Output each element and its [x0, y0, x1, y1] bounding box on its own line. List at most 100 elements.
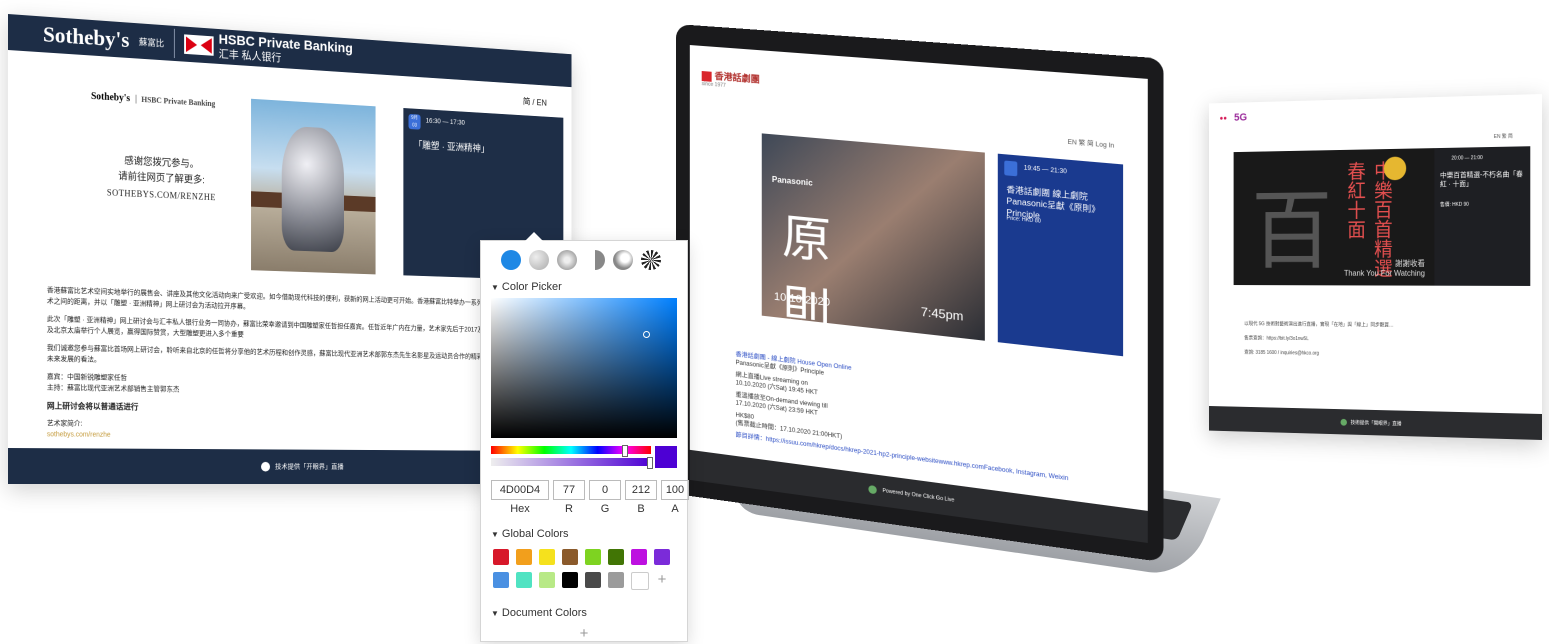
global-color-swatch[interactable] — [539, 572, 555, 588]
global-color-swatch[interactable] — [631, 549, 647, 565]
global-colors-header[interactable]: ▼ Global Colors — [481, 523, 687, 545]
add-document-color-icon[interactable]: + — [481, 624, 687, 644]
red-input[interactable]: 77 — [553, 480, 585, 500]
green-input[interactable]: 0 — [589, 480, 621, 500]
provider-icon — [1340, 418, 1347, 426]
blue-label: B — [637, 503, 645, 515]
hex-label: Hex — [510, 503, 530, 515]
global-color-swatch[interactable] — [539, 549, 555, 565]
hkrep-logo-icon — [701, 70, 712, 82]
poster-thanks: 謝謝收看 Thank You For Watching — [1343, 259, 1425, 278]
color-picker-panel: ▼ Color Picker 4D00D4 Hex 77 R 0G 212 B 100 A… — [480, 232, 689, 644]
global-color-swatch[interactable] — [493, 572, 509, 588]
hkco-event-page: ●● 5G EN 繁 简 百 中樂百首精選 春紅十面 謝謝收看 Thank Yo… — [1209, 94, 1542, 440]
provider-icon — [868, 485, 878, 495]
hkco-logo-icon: ●● — [1219, 114, 1227, 122]
event-price: 售價: HKD 90 — [1440, 201, 1469, 209]
event-title: 中樂百首精選-不朽名曲「春紅 · 十面」 — [1440, 171, 1523, 189]
paragraph-3: 我们诚邀您参与蘇富比首场网上研讨会，聆听来自北京的任哲将分享他的艺术历程和创作灵… — [46, 344, 547, 364]
image-fill-icon[interactable] — [613, 250, 633, 270]
hsbc-logo: HSBC Private Banking 汇丰 私人银行 — [173, 28, 353, 70]
color-picker-header[interactable]: ▼ Color Picker — [481, 276, 687, 298]
mini-hsbc-logo: HSBC Private Banking — [135, 94, 216, 109]
global-color-swatch[interactable] — [585, 572, 601, 588]
hkrep-logo[interactable]: 香港話劇團 since 1977 — [701, 68, 760, 92]
event-time: 20:00 — 21:00 — [1451, 155, 1483, 162]
sothebys-logo-cn: 蘇富比 — [138, 36, 165, 49]
panasonic-label: Panasonic — [771, 174, 813, 188]
angular-gradient-icon[interactable] — [585, 250, 605, 270]
disclosure-triangle-icon: ▼ — [491, 283, 499, 292]
global-color-swatch[interactable] — [516, 572, 532, 588]
radial-gradient-icon[interactable] — [557, 250, 577, 270]
poster-sun — [1383, 156, 1407, 181]
contact-info[interactable]: 查詢: 3185 1600 / inquiries@hkco.org — [1244, 350, 1522, 361]
global-color-swatch[interactable] — [608, 549, 624, 565]
sothebys-header: Sotheby's 蘇富比 HSBC Private Banking 汇丰 私人… — [8, 14, 572, 88]
principle-poster: Panasonic 原 則 10.10.2020 7:45pm — [761, 133, 985, 350]
hkco-description: 以現代 5G 技術對藝術演出進行直播，實現「在地」與「線上」同步觀賞… 售票查詢… — [1244, 321, 1522, 368]
fill-mode-selector — [481, 241, 687, 276]
global-color-swatch[interactable] — [631, 572, 649, 590]
saturation-brightness-field[interactable] — [491, 298, 677, 438]
red-label: R — [565, 503, 573, 515]
artist-link[interactable]: sothebys.com/renzhe — [47, 431, 111, 438]
linear-gradient-icon[interactable] — [529, 250, 549, 270]
hkrep-event-card[interactable]: 19:45 — 21:30 香港話劇團 線上劇院 Panasonic呈獻《原則》… — [997, 153, 1124, 357]
color-value-inputs: 4D00D4 Hex 77 R 0 G 212 B 100 A — [491, 480, 689, 515]
color-cursor[interactable] — [643, 331, 650, 338]
global-colors-title: Global Colors — [501, 528, 569, 540]
sculpture-photo — [251, 98, 376, 275]
event-time: 19:45 — 21:30 — [1023, 165, 1067, 176]
alpha-knob[interactable] — [647, 457, 653, 469]
green-label: G — [600, 503, 610, 515]
ticket-link[interactable]: 售票查詢：https://bit.ly/3o1nw5L — [1244, 335, 1522, 345]
thank-you-message: 感谢您拨冗参与。 请前往网页了解更多: SOTHEBYS.COM/RENZHE — [91, 152, 231, 206]
event-title: 「雕塑 · 亚洲精神」 — [413, 140, 490, 155]
price: HK$80 — [735, 412, 755, 421]
hkco-logos: ●● 5G — [1220, 112, 1247, 124]
hkco-poster: 百 中樂百首精選 春紅十面 謝謝收看 Thank You For Watchin… — [1233, 148, 1435, 286]
live-provider-icon — [260, 461, 270, 472]
global-color-swatch[interactable] — [562, 572, 578, 588]
laptop-lid: 香港話劇團 since 1977 EN 繁 简 Log In Panasonic … — [676, 24, 1164, 563]
global-color-swatch[interactable] — [608, 572, 624, 588]
disclosure-triangle-icon: ▼ — [491, 609, 499, 618]
hue-slider[interactable] — [491, 445, 651, 457]
laptop-screen: 香港話劇團 since 1977 EN 繁 简 Log In Panasonic … — [689, 45, 1148, 543]
alpha-input[interactable]: 100 — [661, 480, 689, 500]
date-badge: 9月 03 — [408, 113, 421, 130]
color-sliders — [491, 445, 677, 469]
event-time: 16:30 — 17:30 — [425, 117, 465, 127]
artist-intro-label: 艺术家简介: — [46, 420, 83, 428]
hkrep-language-login[interactable]: EN 繁 简 Log In — [1068, 136, 1115, 150]
laptop-mockup: 香港話劇團 since 1977 EN 繁 简 Log In Panasonic … — [676, 24, 1221, 578]
global-color-swatch[interactable] — [516, 549, 532, 565]
poster-calligraphy: 百 — [1251, 180, 1333, 282]
alpha-label: A — [671, 503, 679, 515]
footer-text: Powered by One Click Go Live — [882, 487, 955, 504]
global-color-swatch[interactable] — [493, 549, 509, 565]
noise-fill-icon[interactable] — [641, 250, 661, 270]
hkco-footer: 技術提供「開眼界」直播 — [1209, 405, 1542, 440]
document-colors-title: Document Colors — [501, 607, 587, 619]
hue-knob[interactable] — [622, 445, 629, 457]
solid-fill-icon[interactable] — [501, 250, 521, 270]
hkco-language-switch[interactable]: EN 繁 简 — [1494, 133, 1513, 140]
global-color-swatch[interactable] — [562, 549, 578, 565]
hsbc-hexagon-icon — [183, 34, 214, 56]
global-color-swatch[interactable] — [654, 549, 670, 565]
blue-input[interactable]: 212 — [625, 480, 657, 500]
hkco-event-card[interactable]: 20:00 — 21:00 中樂百首精選-不朽名曲「春紅 · 十面」 售價: H… — [1434, 146, 1531, 286]
guest-line: 嘉宾：中国新锐雕塑家任哲 — [46, 373, 128, 382]
color-picker-title: Color Picker — [501, 281, 562, 293]
add-global-color-icon[interactable]: + — [654, 572, 670, 590]
global-color-swatch[interactable] — [585, 549, 601, 565]
event-description: 香港蘇富比艺术空间实地举行的展售会、讲座及其他文化活动向来广受欢迎。如今借助现代… — [47, 285, 547, 450]
poster-title: 原 則 — [782, 208, 905, 351]
mini-sothebys-logo: Sotheby's — [91, 91, 131, 105]
document-colors-header[interactable]: ▼ Document Colors — [481, 602, 687, 624]
alpha-slider[interactable] — [491, 457, 653, 469]
sothebys-logo[interactable]: Sotheby's — [43, 21, 129, 53]
hex-input[interactable]: 4D00D4 — [491, 480, 549, 500]
